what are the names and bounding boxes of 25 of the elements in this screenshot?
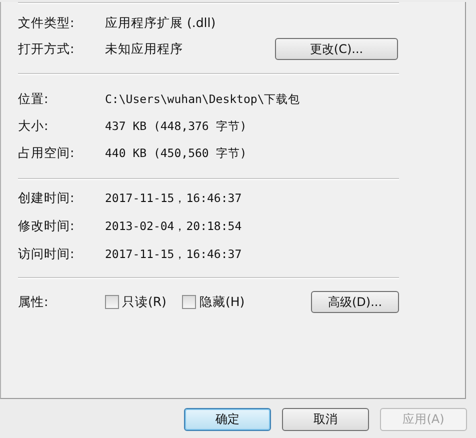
advanced-button[interactable]: 高级(D)... <box>311 291 399 313</box>
field-label: 位置: <box>18 91 50 108</box>
checkbox[interactable] <box>182 295 196 309</box>
checkbox[interactable] <box>105 295 119 309</box>
dialog-button[interactable]: 确定 <box>184 408 271 431</box>
dialog-button[interactable]: 取消 <box>282 408 369 431</box>
field-value: 2017-11-15，16:46:37 <box>105 246 242 262</box>
field-label: 属性: <box>18 294 50 310</box>
field-label: 打开方式: <box>18 40 76 58</box>
change-button[interactable]: 更改(C)... <box>275 38 398 60</box>
field-value: 2013-02-04，20:18:54 <box>105 218 242 234</box>
field-label: 访问时间: <box>18 246 76 262</box>
field-label: 创建时间: <box>18 190 76 206</box>
checkbox-label: 隐藏(H) <box>199 294 245 310</box>
field-value: 未知应用程序 <box>105 40 183 58</box>
field-value: C:\Users\wuhan\Desktop\下载包 <box>105 92 300 107</box>
field-label: 大小: <box>18 118 50 135</box>
field-value: 2017-11-15，16:46:37 <box>105 190 242 206</box>
field-value: 440 KB (450,560 字节) <box>105 146 247 161</box>
field-label: 文件类型: <box>18 14 76 32</box>
field-label: 占用空间: <box>18 145 76 162</box>
checkbox-label: 只读(R) <box>122 294 166 310</box>
field-label: 修改时间: <box>18 218 76 234</box>
field-value: 437 KB (448,376 字节) <box>105 119 247 134</box>
field-value: 应用程序扩展 (.dll) <box>105 14 216 32</box>
